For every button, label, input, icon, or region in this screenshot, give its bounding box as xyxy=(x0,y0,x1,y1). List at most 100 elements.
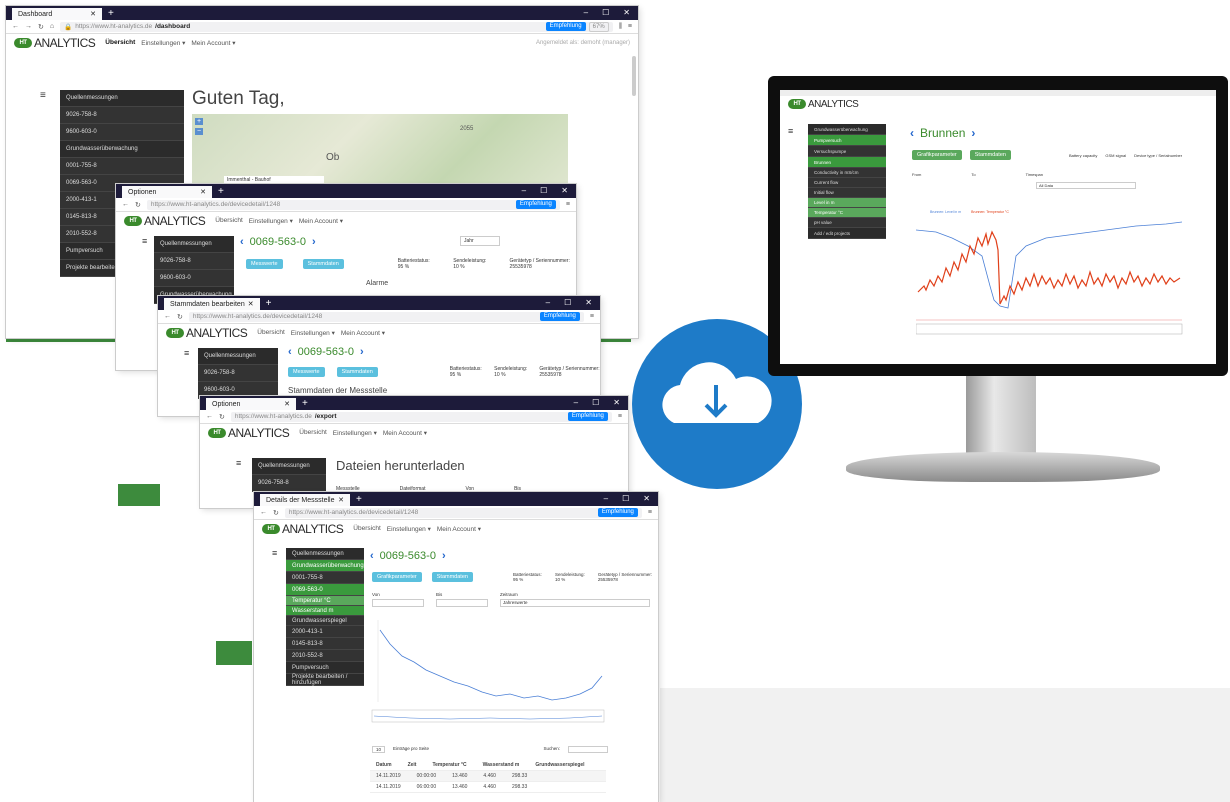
back-icon[interactable]: ← xyxy=(164,313,171,320)
back-icon[interactable]: ← xyxy=(122,201,129,208)
sidebar-item[interactable]: 0145-813-8 xyxy=(286,638,364,650)
tab-stammdaten[interactable]: Stammdaten bearbeiten ✕ xyxy=(164,298,260,310)
table-header[interactable]: Zeit xyxy=(408,762,417,768)
sidebar-subitem[interactable]: Grundwasserspiegel xyxy=(286,616,364,626)
close-icon[interactable]: ✕ xyxy=(284,400,290,408)
sidebar-header[interactable]: Quellenmessungen xyxy=(60,90,184,107)
hamburger-icon[interactable]: ≡ xyxy=(272,548,277,558)
close-window-icon[interactable]: ✕ xyxy=(613,396,620,410)
nav-account[interactable]: Mein Account ▾ xyxy=(191,39,235,47)
sidebar-item[interactable]: 9026-758-8 xyxy=(154,253,234,270)
sidebar-item-active[interactable]: 0069-563-0 xyxy=(286,584,364,596)
map[interactable]: + − Ob 2055 Immenthal - Bauhof xyxy=(192,114,568,188)
url-bar[interactable]: 🔒 https://www.ht-analytics.de/dashboard Em… xyxy=(60,21,613,32)
scrollbar[interactable] xyxy=(632,56,636,96)
new-tab-icon[interactable]: + xyxy=(108,8,114,20)
nav-overview[interactable]: Übersicht xyxy=(353,525,380,533)
stammdaten-button[interactable]: Stammdaten xyxy=(969,150,1011,160)
sidebar-item[interactable]: 9026-758-8 xyxy=(252,475,326,492)
zoom-level[interactable]: 67% xyxy=(588,21,609,32)
reload-icon[interactable]: ↻ xyxy=(38,23,44,31)
sidebar-item[interactable]: Versuchspumpe xyxy=(808,146,886,157)
sidebar-header[interactable]: Quellenmessungen xyxy=(154,236,234,253)
sidebar-header-active[interactable]: Grundwasserüberwachung xyxy=(286,560,364,572)
maximize-icon[interactable]: ☐ xyxy=(602,6,609,20)
sidebar-header[interactable]: Grundwasserüberwachung xyxy=(60,141,184,158)
sidebar-item-projects[interactable]: Add / edit projects xyxy=(808,228,886,239)
new-tab-icon[interactable]: + xyxy=(302,398,308,410)
minimize-icon[interactable]: – xyxy=(574,396,578,410)
close-icon[interactable]: ✕ xyxy=(338,496,344,504)
reload-icon[interactable]: ↻ xyxy=(177,313,183,321)
next-chevron-icon[interactable]: › xyxy=(442,550,446,562)
nav-account[interactable]: Mein Account ▾ xyxy=(299,217,343,225)
maximize-icon[interactable]: ☐ xyxy=(622,492,629,506)
close-icon[interactable]: ✕ xyxy=(90,10,96,18)
maximize-icon[interactable]: ☐ xyxy=(592,396,599,410)
nav-overview[interactable]: Übersicht xyxy=(105,39,135,47)
zoom-out-button[interactable]: − xyxy=(195,128,203,135)
table-header[interactable]: Datum xyxy=(376,762,392,768)
reload-icon[interactable]: ↻ xyxy=(219,413,225,421)
hamburger-icon[interactable]: ≡ xyxy=(40,90,46,101)
hamburger-icon[interactable]: ≡ xyxy=(236,458,241,468)
minimize-icon[interactable]: – xyxy=(604,492,608,506)
menu-icon[interactable]: ≡ xyxy=(648,509,652,516)
year-select[interactable]: Jahr xyxy=(460,236,500,246)
nav-settings[interactable]: Einstellungen ▾ xyxy=(249,217,293,225)
water-level-chart[interactable] xyxy=(370,616,606,728)
reload-icon[interactable]: ↻ xyxy=(273,509,279,517)
grafikparameter-button[interactable]: Grafikparameter xyxy=(372,572,422,582)
sidebar-header-active[interactable]: Pumpversuch xyxy=(808,135,886,146)
close-window-icon[interactable]: ✕ xyxy=(643,492,650,506)
sidebar-item[interactable]: 0001-755-8 xyxy=(60,158,184,175)
sidebar-subitem[interactable]: Initial flow xyxy=(808,188,886,198)
tab-details[interactable]: Details der Messstelle ✕ xyxy=(260,494,350,506)
nav-settings[interactable]: Einstellungen ▾ xyxy=(333,429,377,437)
sidebar-subitem-active[interactable]: Temperatur °C xyxy=(808,208,886,218)
sidebar-item[interactable]: 9026-758-8 xyxy=(198,365,278,382)
messwerte-button[interactable]: Messwerte xyxy=(246,259,283,269)
nav-settings[interactable]: Einstellungen ▾ xyxy=(387,525,431,533)
hamburger-icon[interactable]: ≡ xyxy=(142,236,147,246)
sidebar-header[interactable]: Grundwasserüberwachung xyxy=(808,124,886,135)
prev-chevron-icon[interactable]: ‹ xyxy=(288,346,292,358)
menu-icon[interactable]: ≡ xyxy=(618,413,622,420)
nav-overview[interactable]: Übersicht xyxy=(215,217,242,225)
search-input[interactable] xyxy=(568,746,608,753)
sidebar-item[interactable]: 9600-603-0 xyxy=(60,124,184,141)
nav-account[interactable]: Mein Account ▾ xyxy=(341,329,385,337)
close-window-icon[interactable]: ✕ xyxy=(623,6,630,20)
table-header[interactable]: Temperatur °C xyxy=(432,762,466,768)
bis-field[interactable]: Bis xyxy=(436,592,488,607)
sidebar-item-projects[interactable]: Projekte bearbeiten / hinzufügen xyxy=(286,674,364,686)
nav-settings[interactable]: Einstellungen ▾ xyxy=(291,329,335,337)
nav-overview[interactable]: Übersicht xyxy=(257,329,284,337)
close-window-icon[interactable]: ✕ xyxy=(585,296,592,310)
maximize-icon[interactable]: ☐ xyxy=(564,296,571,310)
grafikparameter-button[interactable]: Grafikparameter xyxy=(912,150,962,160)
sidebar-subitem-active[interactable]: Wasserstand m xyxy=(286,606,364,616)
sidebar-item-active[interactable]: Brunnen xyxy=(808,157,886,168)
zoom-in-button[interactable]: + xyxy=(195,118,203,125)
messwerte-button[interactable]: Messwerte xyxy=(288,367,325,377)
sidebar-item[interactable]: 9600-603-0 xyxy=(154,270,234,287)
stammdaten-button[interactable]: Stammdaten xyxy=(431,572,473,582)
next-chevron-icon[interactable]: › xyxy=(971,126,975,140)
table-header[interactable]: Grundwasserspiegel xyxy=(535,762,584,768)
back-icon[interactable]: ← xyxy=(260,509,267,516)
nav-account[interactable]: Mein Account ▾ xyxy=(437,525,481,533)
sidebar-item-pumpversuch[interactable]: Pumpversuch xyxy=(286,662,364,674)
legend-temperature[interactable]: Brunnen: Temperatur °C xyxy=(971,210,1009,214)
menu-icon[interactable]: ≡ xyxy=(628,23,632,30)
stammdaten-button[interactable]: Stammdaten xyxy=(336,367,378,377)
nav-account[interactable]: Mein Account ▾ xyxy=(383,429,427,437)
sidebar-header[interactable]: Quellenmessungen xyxy=(252,458,326,475)
zeitraum-select[interactable]: Zeitraum Jahreswerte xyxy=(500,592,650,607)
minimize-icon[interactable]: – xyxy=(584,6,588,20)
hamburger-icon[interactable]: ≡ xyxy=(788,126,793,136)
minimize-icon[interactable]: – xyxy=(546,296,550,310)
reload-icon[interactable]: ↻ xyxy=(135,201,141,209)
maximize-icon[interactable]: ☐ xyxy=(540,184,547,198)
sidebar-item[interactable]: 9026-758-8 xyxy=(60,107,184,124)
